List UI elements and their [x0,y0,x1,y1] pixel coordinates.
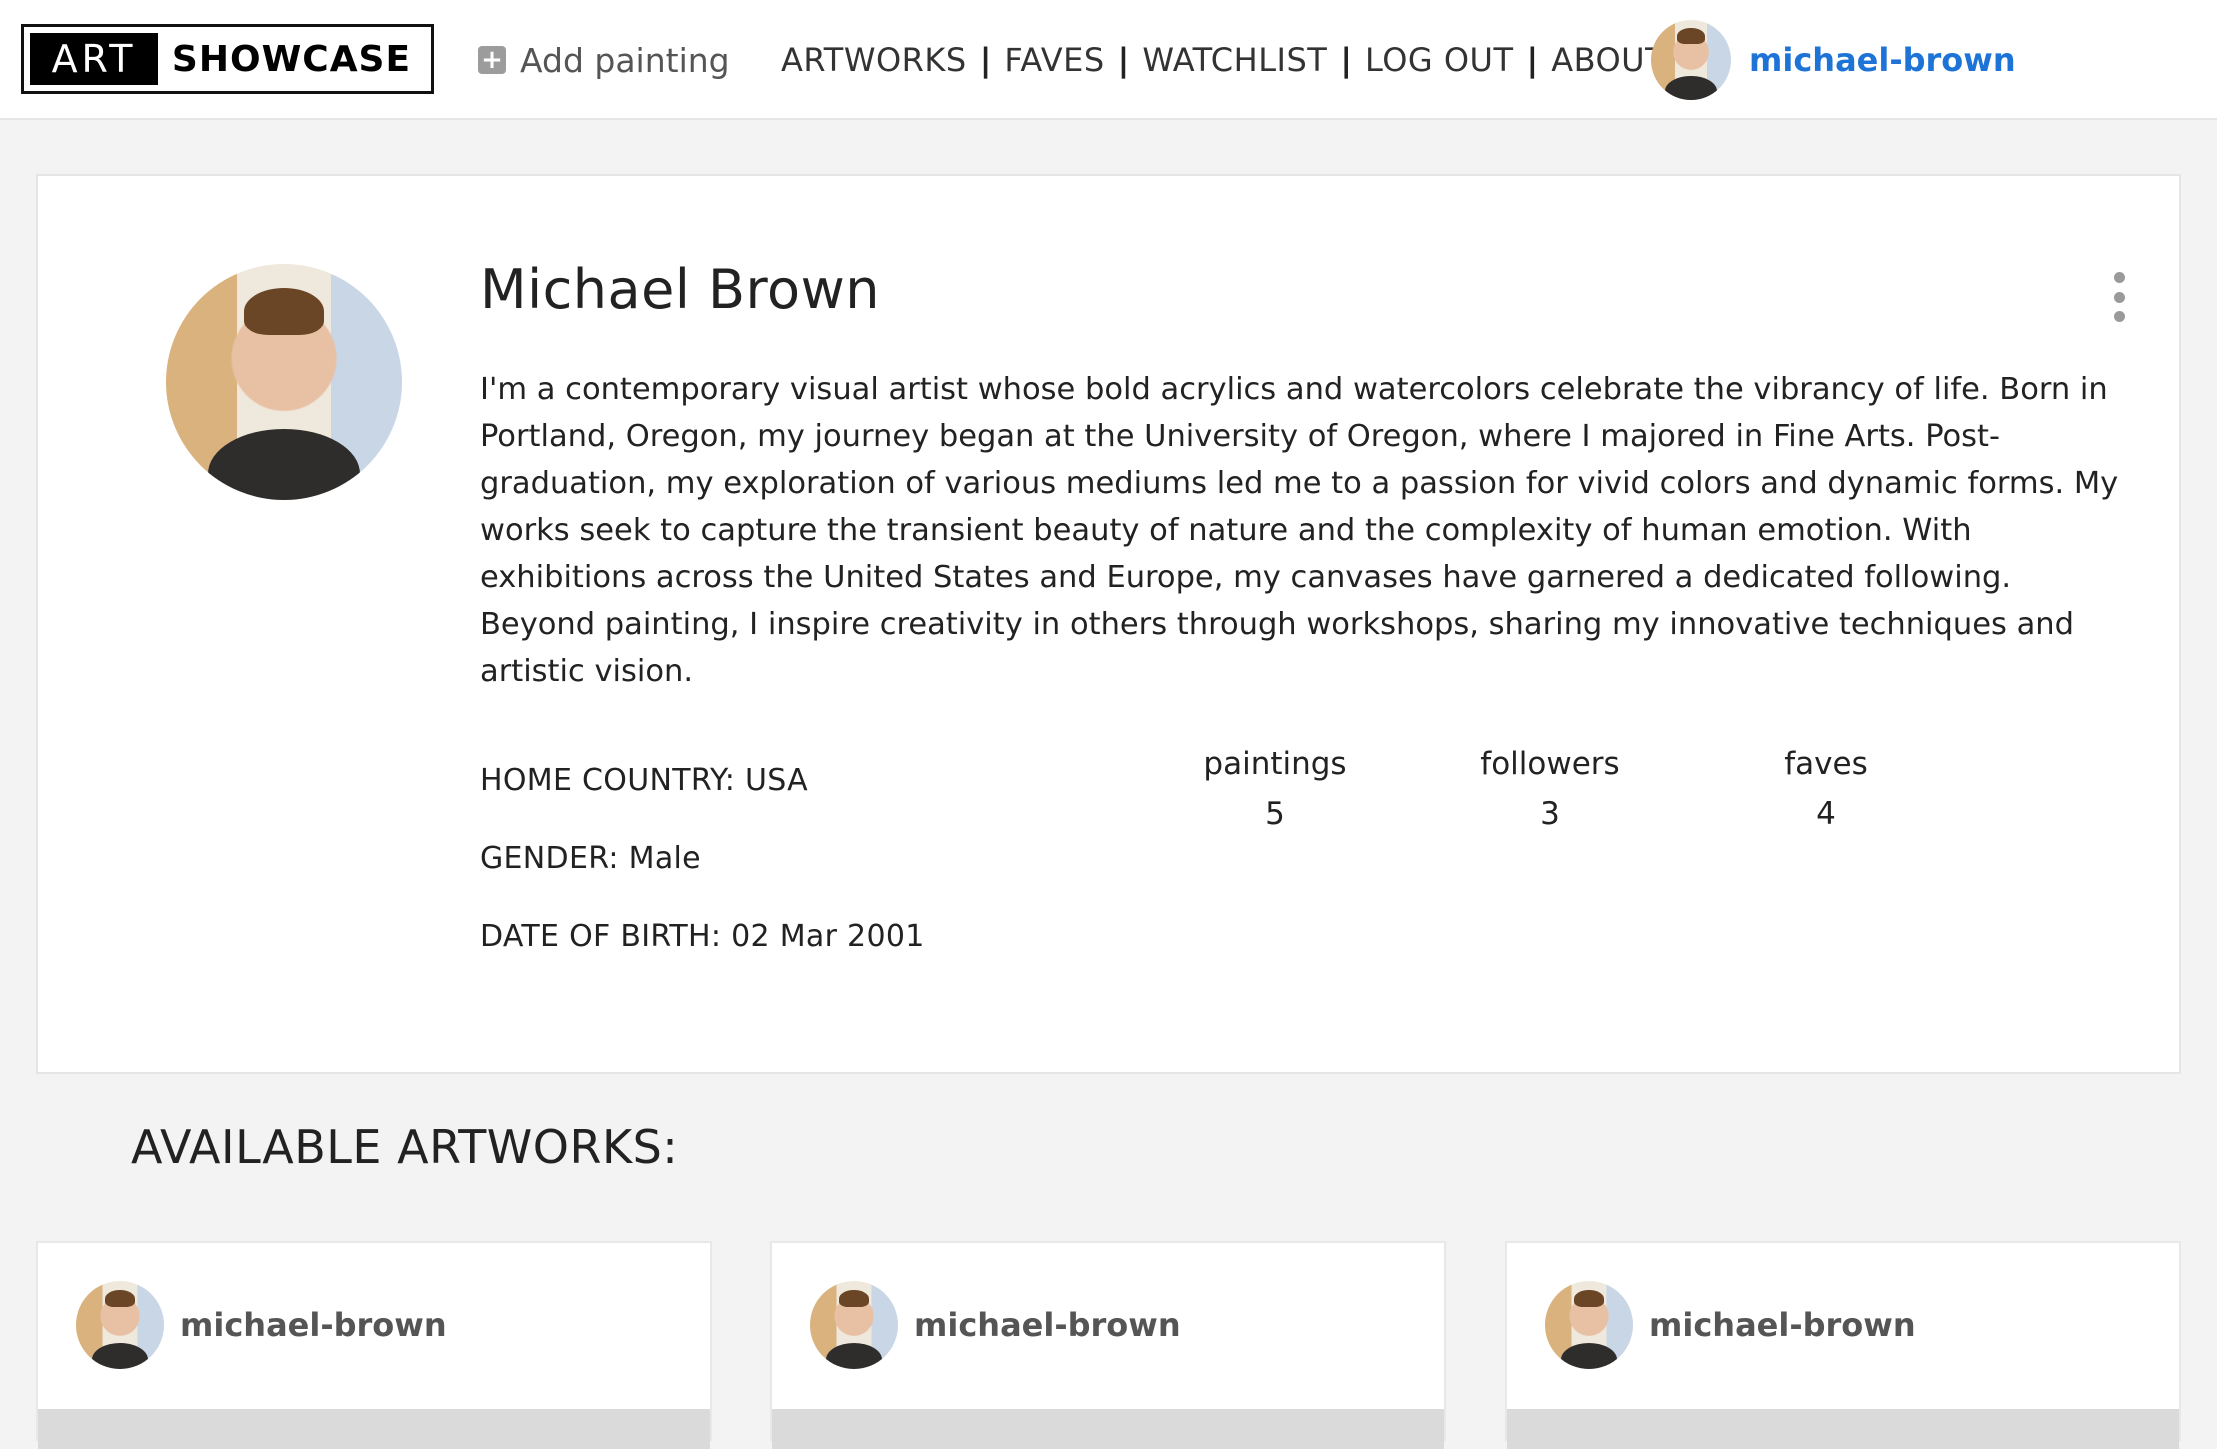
stat-value: 3 [1540,796,1560,832]
nav-separator: | [1117,41,1130,79]
kebab-menu-icon[interactable] [2104,272,2134,322]
artwork-card-header[interactable]: michael-brown [76,1281,447,1369]
stat-value: 5 [1265,796,1285,832]
nav-separator: | [1340,41,1352,79]
stat-label: followers [1480,746,1620,782]
profile-card: Michael Brown I'm a contemporary visual … [36,174,2181,1074]
profile-name: Michael Brown [480,258,880,321]
artwork-card-username: michael-brown [914,1306,1181,1344]
home-country: HOME COUNTRY: USA [480,763,808,798]
artwork-card-username: michael-brown [1649,1306,1916,1344]
add-painting-button[interactable]: + Add painting [478,38,730,82]
logo-art-text: ART [30,33,158,85]
artwork-image[interactable] [772,1409,1444,1449]
nav-user-profile-link[interactable]: michael-brown [1651,20,2016,100]
top-navbar: ART SHOWCASE + Add painting ARTWORKS | F… [0,0,2217,120]
nav-link-faves[interactable]: FAVES [1004,41,1104,79]
artwork-image[interactable] [1507,1409,2179,1449]
add-painting-label: Add painting [520,40,730,80]
gender: GENDER: Male [480,841,701,876]
artwork-card[interactable]: michael-brown [36,1241,712,1449]
main-nav: ARTWORKS | FAVES | WATCHLIST | LOG OUT |… [781,38,1665,82]
logo-showcase-text: SHOWCASE [171,38,412,80]
artwork-card[interactable]: michael-brown [1505,1241,2181,1449]
artwork-card-header[interactable]: michael-brown [1545,1281,1916,1369]
avatar [810,1281,898,1369]
profile-bio: I'm a contemporary visual artist whose b… [480,372,2119,689]
stat-label: paintings [1203,746,1347,782]
artwork-card-username: michael-brown [180,1306,447,1344]
avatar [76,1281,164,1369]
nav-link-watchlist[interactable]: WATCHLIST [1142,41,1327,79]
stat-paintings[interactable]: paintings 5 [1175,746,1375,832]
nav-separator: | [1526,41,1539,79]
artwork-image[interactable] [38,1409,710,1449]
artwork-card[interactable]: michael-brown [770,1241,1446,1449]
stat-label: faves [1784,746,1868,782]
stat-value: 4 [1816,796,1836,832]
plus-square-icon: + [478,46,506,74]
artwork-card-header[interactable]: michael-brown [810,1281,1181,1369]
nav-link-logout[interactable]: LOG OUT [1365,41,1514,79]
available-artworks-title: AVAILABLE ARTWORKS: [131,1120,679,1174]
date-of-birth: DATE OF BIRTH: 02 Mar 2001 [480,919,925,954]
avatar [1545,1281,1633,1369]
nav-separator: | [979,41,992,79]
stat-faves[interactable]: faves 4 [1726,746,1926,832]
site-logo[interactable]: ART SHOWCASE [21,24,434,94]
stat-followers[interactable]: followers 3 [1450,746,1650,832]
nav-link-artworks[interactable]: ARTWORKS [781,41,967,79]
nav-link-about[interactable]: ABOUT [1551,41,1665,79]
avatar [1651,20,1731,100]
profile-avatar [166,264,402,500]
nav-username: michael-brown [1749,41,2016,79]
